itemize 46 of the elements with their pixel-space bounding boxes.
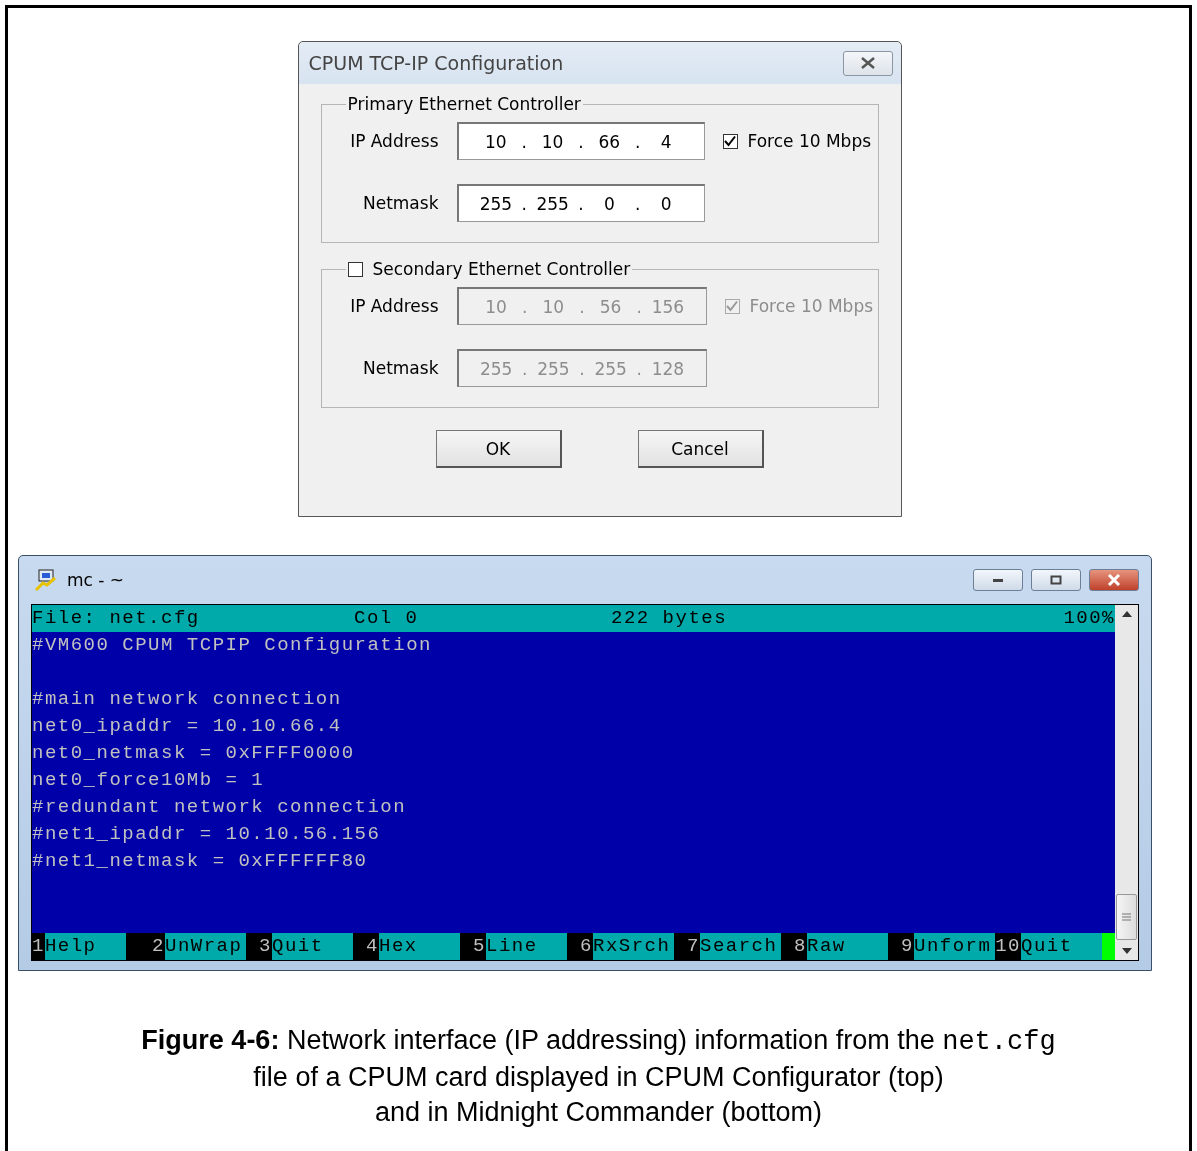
group-title: Primary Ethernet Controller [347, 94, 581, 114]
scroll-thumb[interactable] [1116, 894, 1137, 940]
force-checkbox[interactable] [724, 298, 740, 314]
ip-address-field[interactable]: 10 . 10 . 66 . 4 [456, 122, 705, 160]
down-arrow-icon[interactable] [1121, 948, 1132, 954]
percent-indicator: 100% [1063, 606, 1115, 631]
minimize-icon [992, 577, 1004, 583]
code-line: net0_netmask = 0xFFFF0000 [32, 741, 356, 766]
ip-address-field[interactable]: 255 . 255 . 0 . 0 [456, 184, 705, 222]
code-line: #net1_ipaddr = 10.10.56.156 [32, 822, 382, 847]
code-line: #redundant network connection [32, 795, 408, 820]
checkbox-label: Force 10 Mbps [747, 131, 872, 151]
field-label: Netmask [361, 358, 439, 378]
dialog-button[interactable]: OK [435, 430, 562, 468]
maximize-icon [1050, 575, 1062, 585]
window-title: CPUM TCP-IP Configuration [308, 52, 564, 74]
maximize-button[interactable] [1031, 569, 1081, 591]
force-checkbox[interactable] [722, 133, 738, 149]
code-line: net0_ipaddr = 10.10.66.4 [32, 714, 343, 739]
dialog-button[interactable]: Cancel [637, 430, 764, 468]
grip-icon [1122, 913, 1131, 921]
scrollbar[interactable] [1115, 605, 1138, 960]
cursor-block [1102, 933, 1115, 960]
file-name: File: net.cfg [32, 606, 201, 631]
checkbox-label: Force 10 Mbps [749, 296, 874, 316]
close-button[interactable] [1089, 569, 1139, 591]
group-checkbox[interactable] [347, 261, 363, 277]
field-label: IP Address [349, 131, 439, 151]
code-line: net0_force10Mb = 1 [32, 768, 266, 793]
up-arrow-icon[interactable] [1121, 611, 1132, 617]
code-line: #main network connection [32, 687, 343, 712]
file-size: 222 bytes [611, 606, 728, 631]
close-icon [859, 57, 876, 69]
close-button[interactable] [842, 50, 893, 76]
code-line: #net1_netmask = 0xFFFFFF80 [32, 849, 369, 874]
code-line: #VM600 CPUM TCPIP Configuration [32, 633, 433, 658]
minimize-button[interactable] [973, 569, 1023, 591]
field-label: Netmask [361, 193, 439, 213]
figure-caption: Figure 4-6: Network interface (IP addressing) information from the net.cfg file of a CPUM card displayed in CPUM Configurator (top) and in Midnight Commander (bottom) [140, 1024, 1057, 1129]
computer-icon [35, 569, 59, 591]
window-title: mc - ~ [67, 570, 126, 590]
close-icon [1107, 574, 1121, 586]
group-title: Secondary Ethernet Controller [372, 259, 631, 279]
function-key[interactable]: 10Quit [995, 933, 1102, 960]
field-label: IP Address [349, 296, 439, 316]
column-indicator: Col 0 [354, 606, 420, 631]
